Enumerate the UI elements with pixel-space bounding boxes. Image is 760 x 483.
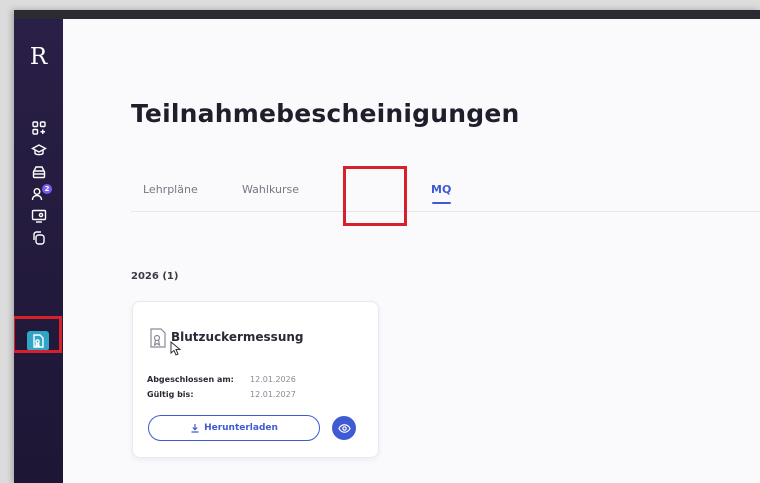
main-content: Teilnahmebescheinigungen Lehrpläne Wahlk…	[63, 19, 760, 483]
archive-box-icon	[32, 166, 46, 179]
sidebar-item-monitor[interactable]	[22, 205, 56, 227]
copy-icon	[33, 231, 45, 245]
eye-icon	[337, 423, 351, 433]
certificate-icon	[150, 328, 166, 348]
sidebar-item-copies[interactable]	[22, 227, 56, 249]
dashboard-plus-icon	[32, 121, 46, 135]
year-group-label: 2026 (1)	[131, 271, 179, 282]
page-title: Teilnahmebescheinigungen	[131, 99, 520, 128]
sidebar-item-archive[interactable]	[22, 161, 56, 183]
notification-badge: 2	[42, 184, 52, 194]
tab-mq[interactable]: MQ	[431, 183, 451, 196]
sidebar-item-courses[interactable]	[22, 139, 56, 161]
sidebar-item-certificates[interactable]	[27, 331, 49, 351]
top-bar	[14, 10, 760, 19]
view-button[interactable]	[332, 416, 356, 440]
download-button[interactable]: Herunterladen	[148, 415, 320, 441]
app-window: R 2 Teilnahmebescheinigungen Lehrpläne W…	[14, 10, 760, 483]
valid-until-date: 12.01.2027	[250, 390, 296, 399]
completed-date: 12.01.2026	[250, 375, 296, 384]
sidebar-item-users[interactable]: 2	[22, 183, 56, 205]
tab-bar: Lehrpläne Wahlkurse MQ	[131, 169, 760, 212]
mouse-cursor-icon	[170, 341, 182, 356]
tab-wahlkurse[interactable]: Wahlkurse	[242, 183, 299, 196]
certificate-title: Blutzuckermessung	[171, 330, 304, 344]
active-tab-indicator	[432, 202, 451, 204]
certificate-card: Blutzuckermessung Abgeschlossen am: 12.0…	[132, 301, 379, 458]
app-logo[interactable]: R	[14, 43, 63, 71]
sidebar-item-dashboard[interactable]	[22, 117, 56, 139]
monitor-user-icon	[31, 209, 47, 223]
sidebar: R 2	[14, 19, 63, 483]
completed-label: Abgeschlossen am:	[147, 375, 234, 384]
certificate-icon	[33, 334, 44, 348]
valid-until-label: Gültig bis:	[147, 390, 194, 399]
tab-lehrplaene[interactable]: Lehrpläne	[143, 183, 198, 196]
graduation-cap-icon	[31, 144, 47, 156]
download-button-label: Herunterladen	[204, 423, 278, 433]
download-icon	[191, 424, 199, 433]
